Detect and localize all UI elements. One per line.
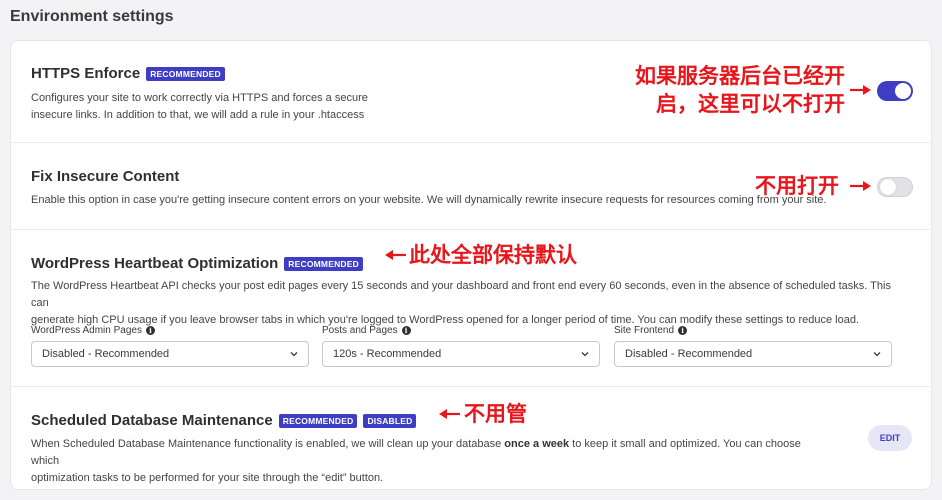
chevron-down-icon [581,352,589,357]
edit-button[interactable]: EDIT [868,425,912,451]
annotation-text: 不用打开 [755,174,839,198]
section-title-text: WordPress Heartbeat Optimization [31,255,279,272]
description-bold: once a week [504,438,570,450]
toggle-knob [895,83,911,99]
annotation-text: 此处全部保持默认 [409,243,577,267]
disabled-badge: DISABLED [363,413,417,428]
field-label-site-frontend: Site Frontend i [614,325,688,336]
field-label-text: Posts and Pages [322,325,398,336]
description-line: insecure links. In addition to that, we … [31,109,365,121]
field-label-text: WordPress Admin Pages [31,325,142,336]
description-line: Configures your site to work correctly v… [31,92,368,104]
annotation-https: 如果服务器后台已经开 启，这里可以不打开 [615,62,845,118]
section-title: HTTPS Enforce RECOMMENDED [31,65,225,82]
description-line: optimization tasks to be performed for y… [31,472,384,484]
annotation-heartbeat: 此处全部保持默认 [409,241,577,269]
chevron-down-icon [873,352,881,357]
description-line: When Scheduled Database Maintenance func… [31,436,831,470]
arrow-left-icon [385,250,406,260]
admin-pages-select[interactable]: Disabled - Recommended [31,341,309,367]
annotation-insecure: 不用打开 [755,172,839,200]
description-text: When Scheduled Database Maintenance func… [31,438,505,450]
annotation-database: 不用管 [464,400,527,428]
recommended-badge: RECOMMENDED [278,413,358,428]
arrow-left-icon [439,409,460,419]
select-value: 120s - Recommended [333,348,442,360]
site-frontend-select[interactable]: Disabled - Recommended [614,341,892,367]
description-line: generate high CPU usage if you leave bro… [31,314,860,326]
field-label-text: Site Frontend [614,325,675,336]
section-title: Scheduled Database Maintenance RECOMMEND… [31,412,417,429]
recommended-badge: RECOMMENDED [146,66,225,81]
toggle-knob [880,179,896,195]
fix-insecure-content-toggle[interactable] [877,177,913,197]
description-line: The WordPress Heartbeat API checks your … [31,280,891,309]
https-enforce-toggle[interactable] [877,81,913,101]
select-value: Disabled - Recommended [42,348,170,360]
recommended-badge: RECOMMENDED [284,256,363,271]
section-title-text: Scheduled Database Maintenance [31,412,273,429]
annotation-text: 不用管 [464,402,527,426]
section-title: Fix Insecure Content [31,168,179,185]
arrow-right-icon [850,85,871,95]
section-title-text: HTTPS Enforce [31,65,141,82]
info-icon[interactable]: i [145,326,155,335]
select-value: Disabled - Recommended [625,348,753,360]
section-title-text: Fix Insecure Content [31,168,180,185]
section-title: WordPress Heartbeat Optimization RECOMME… [31,255,363,272]
section-description: Enable this option in case you're gettin… [31,192,826,209]
section-description: The WordPress Heartbeat API checks your … [31,278,911,329]
posts-pages-select[interactable]: 120s - Recommended [322,341,600,367]
field-label-posts-pages: Posts and Pages i [322,325,411,336]
section-description: Configures your site to work correctly v… [31,90,368,124]
info-icon[interactable]: i [401,326,411,335]
annotation-line: 如果服务器后台已经开 [635,64,845,88]
field-label-admin-pages: WordPress Admin Pages i [31,325,155,336]
annotation-line: 启，这里可以不打开 [656,92,845,116]
page-title: Environment settings [10,8,174,25]
chevron-down-icon [290,352,298,357]
description-line: Enable this option in case you're gettin… [31,194,827,206]
arrow-right-icon [850,181,871,191]
section-description: When Scheduled Database Maintenance func… [31,436,831,487]
info-icon[interactable]: i [678,326,688,335]
